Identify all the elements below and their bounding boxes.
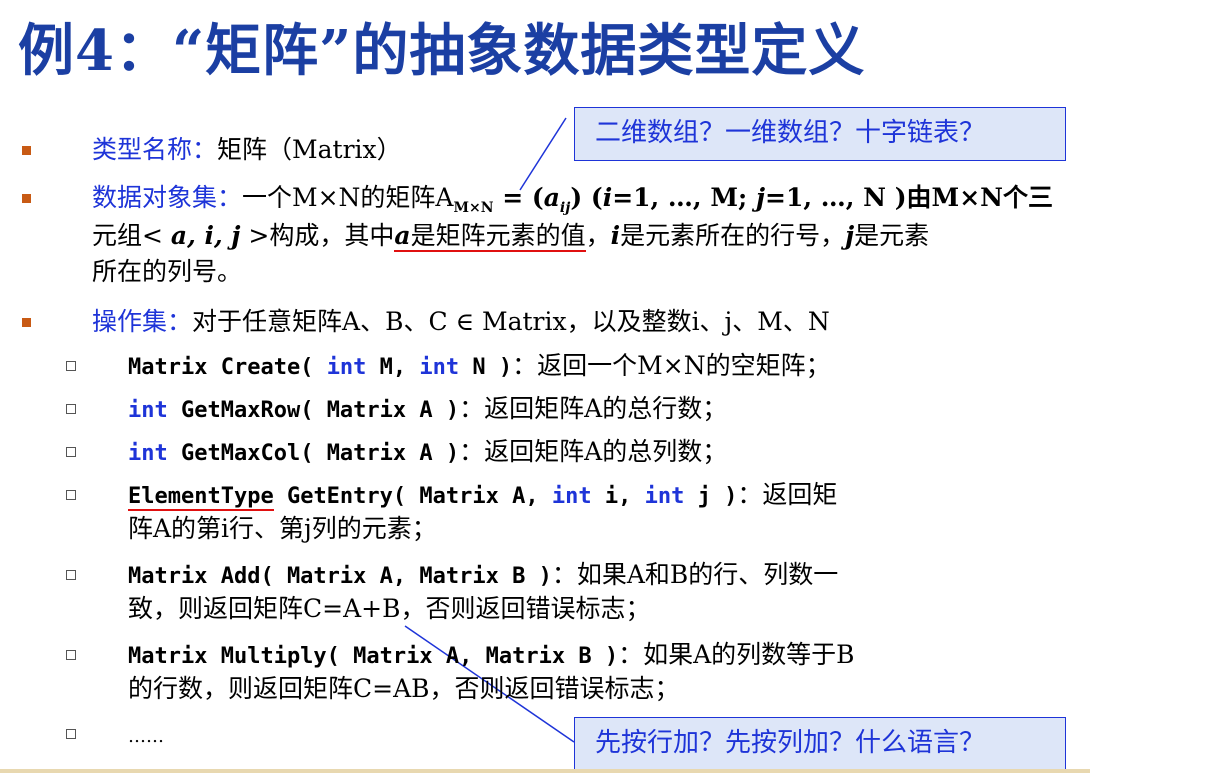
op-multiply: Matrix Multiply( Matrix A, Matrix B )：如果… <box>128 638 855 674</box>
keyword: int <box>644 484 685 509</box>
text: a <box>394 221 411 250</box>
text: a, i, j <box>170 221 241 250</box>
desc: ：返回一个M×N的空矩阵； <box>512 351 831 380</box>
op-ellipsis: …… <box>128 726 164 747</box>
text: 元组< <box>92 221 171 250</box>
desc: ：返回矩 <box>737 480 838 509</box>
op-create: Matrix Create( int M, int N )：返回一个M×N的空矩… <box>128 349 831 385</box>
data-set-label: 数据对象集： <box>92 183 243 212</box>
code: j ) <box>684 484 738 509</box>
text: ) ( <box>570 183 603 212</box>
text: i <box>602 183 613 212</box>
connector-top <box>519 117 567 191</box>
op-add-cont: 致，则返回矩阵C=A+B，否则返回错误标志； <box>128 594 651 623</box>
type-name-text: 矩阵（Matrix） <box>217 135 402 164</box>
text: j <box>845 221 855 250</box>
code: GetMaxCol( Matrix A ) <box>167 441 460 466</box>
code: GetEntry( Matrix A, <box>273 484 552 509</box>
code: Matrix Multiply( Matrix A, Matrix B ) <box>128 644 619 669</box>
sub-bullet-icon <box>66 650 76 660</box>
op-getentry: ElementType GetEntry( Matrix A, int i, i… <box>128 478 837 514</box>
text: i <box>610 221 621 250</box>
bullet-icon <box>22 194 31 203</box>
code: M, <box>366 355 420 380</box>
ops-line: 操作集：对于任意矩阵A、B、C ∈ Matrix，以及整数i、j、M、N <box>92 305 830 339</box>
type-name-label: 类型名称： <box>92 135 218 164</box>
code: i, <box>591 484 645 509</box>
text: j <box>755 183 765 212</box>
text: 是元素所在的行号， <box>620 221 846 250</box>
underline-element-value: a是矩阵元素的值 <box>394 221 586 252</box>
bullet-icon <box>22 146 31 155</box>
code: GetMaxRow( Matrix A ) <box>167 398 460 423</box>
keyword: int <box>128 398 168 423</box>
text: 一个M×N的矩阵A <box>242 183 454 212</box>
type-name-line: 类型名称：矩阵（Matrix） <box>92 133 402 167</box>
sub-bullet-icon <box>66 490 76 500</box>
text: = ( <box>493 183 544 212</box>
text: =1, …, N )由M×N个三 <box>765 183 1054 212</box>
op-getentry-cont: 阵A的第i行、第j列的元素； <box>128 514 437 543</box>
keyword: int <box>419 355 460 380</box>
sub-bullet-icon <box>66 570 76 580</box>
slide: { "title": "例4：“矩阵”的抽象数据类型定义", "callouts… <box>0 0 1208 775</box>
desc: ：返回矩阵A的总列数； <box>459 437 728 466</box>
op-add: Matrix Add( Matrix A, Matrix B )：如果A和B的行… <box>128 558 838 594</box>
bullet-icon <box>22 318 31 327</box>
keyword: int <box>326 355 367 380</box>
text: ， <box>585 221 611 250</box>
data-set-line-3: 所在的列号。 <box>92 257 243 286</box>
text: >构成，其中 <box>240 221 395 250</box>
keyword: int <box>551 484 592 509</box>
subscript: ij <box>559 200 571 216</box>
footer-bar <box>0 769 1090 773</box>
underline-elementtype: ElementType <box>128 484 274 511</box>
text: =1, …, M; <box>612 183 756 212</box>
keyword: int <box>128 441 168 466</box>
op-getmaxcol: int GetMaxCol( Matrix A )：返回矩阵A的总列数； <box>128 435 727 471</box>
sub-bullet-icon <box>66 361 76 371</box>
text: a <box>543 183 560 212</box>
sub-bullet-icon <box>66 729 76 739</box>
code: Matrix Add( Matrix A, Matrix B ) <box>128 564 552 589</box>
data-set-line-2: 元组< a, i, j >构成，其中a是矩阵元素的值，i是元素所在的行号，j是元… <box>92 219 929 253</box>
code: N ) <box>459 355 513 380</box>
desc: ：返回矩阵A的总行数； <box>459 394 728 423</box>
text: 是矩阵元素的值 <box>410 221 586 250</box>
ops-text: 对于任意矩阵A、B、C ∈ Matrix，以及整数i、j、M、N <box>192 307 830 336</box>
sub-bullet-icon <box>66 447 76 457</box>
op-getmaxrow: int GetMaxRow( Matrix A )：返回矩阵A的总行数； <box>128 392 727 428</box>
op-multiply-cont: 的行数，则返回矩阵C=AB，否则返回错误标志； <box>128 674 680 703</box>
desc: ：如果A和B的行、列数一 <box>551 560 839 589</box>
desc: ：如果A的列数等于B <box>618 640 855 669</box>
text: 是元素 <box>854 221 930 250</box>
ops-label: 操作集： <box>92 307 193 336</box>
subscript: M×N <box>453 200 494 216</box>
code: Matrix Create( <box>128 355 327 380</box>
sub-bullet-icon <box>66 404 76 414</box>
